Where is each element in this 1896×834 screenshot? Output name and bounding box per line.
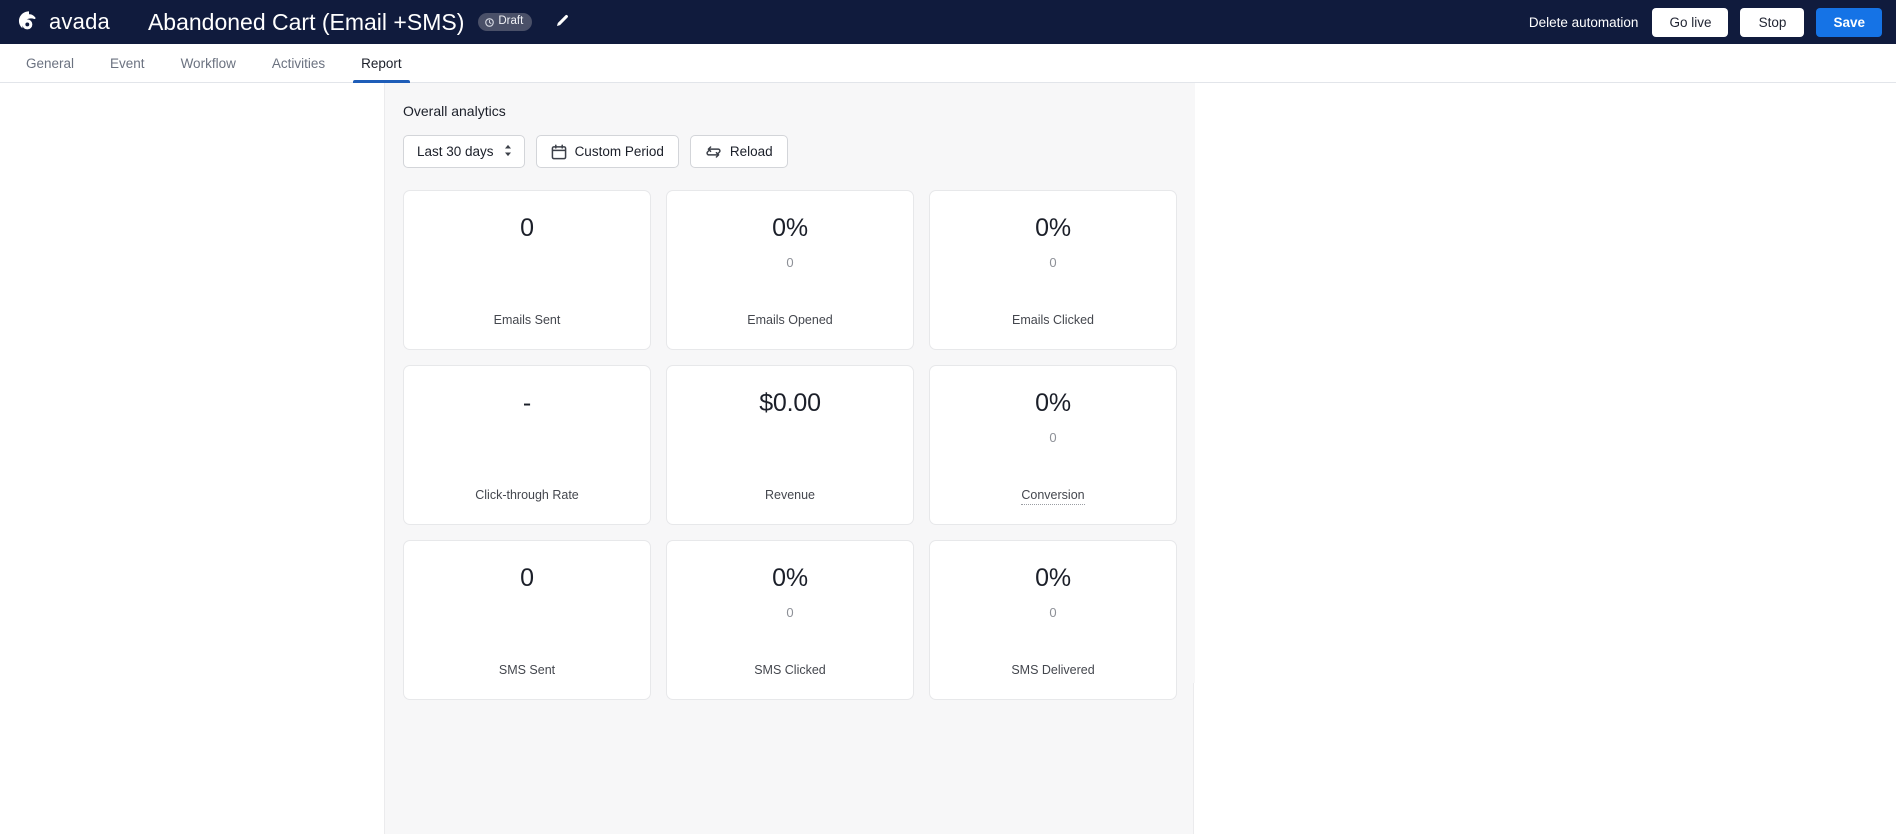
tab-activities[interactable]: Activities (254, 44, 343, 82)
analytics-stats-grid: 0 Emails Sent 0% 0 Emails Opened 0% 0 Em… (403, 190, 1177, 700)
panel-title: Overall analytics (403, 103, 506, 119)
top-bar-actions: Delete automation Go live Stop Save (1527, 7, 1882, 37)
status-badge: Draft (478, 13, 533, 31)
stat-card-sms-delivered: 0% 0 SMS Delivered (929, 540, 1177, 700)
period-select-value: Last 30 days (417, 144, 494, 159)
tab-event[interactable]: Event (92, 44, 163, 82)
delete-automation-button[interactable]: Delete automation (1527, 11, 1641, 34)
stat-card-revenue: $0.00 Revenue (666, 365, 914, 525)
go-live-button[interactable]: Go live (1652, 7, 1729, 37)
calendar-icon (551, 143, 567, 160)
stat-label: Click-through Rate (475, 488, 579, 502)
main-tab-bar: General Event Workflow Activities Report (0, 44, 1896, 83)
stat-card-sms-sent: 0 SMS Sent (403, 540, 651, 700)
stat-card-emails-opened: 0% 0 Emails Opened (666, 190, 914, 350)
stat-card-emails-clicked: 0% 0 Emails Clicked (929, 190, 1177, 350)
period-select[interactable]: Last 30 days (403, 135, 525, 168)
stat-label: Emails Sent (493, 313, 561, 327)
custom-period-label: Custom Period (574, 144, 664, 159)
stat-label-conversion[interactable]: Conversion (930, 488, 1176, 505)
stat-label: SMS Sent (498, 663, 556, 677)
stat-value: 0% (772, 214, 808, 242)
stat-subvalue: 0 (1049, 604, 1057, 620)
stat-subvalue: 0 (1049, 429, 1057, 445)
stat-value: 0% (1035, 389, 1071, 417)
reload-button[interactable]: Reload (689, 135, 788, 168)
pencil-icon (554, 12, 571, 32)
stat-label: Emails Clicked (1012, 313, 1094, 327)
custom-period-button[interactable]: Custom Period (535, 135, 679, 168)
stat-subvalue: 0 (786, 254, 794, 270)
tab-report[interactable]: Report (343, 44, 420, 83)
stat-card-click-through-rate: - Click-through Rate (403, 365, 651, 525)
save-button[interactable]: Save (1816, 7, 1882, 37)
stat-label: SMS Clicked (754, 663, 826, 677)
stat-subvalue: 0 (786, 604, 794, 620)
stat-value: - (522, 389, 532, 417)
chevron-updown-icon (503, 143, 513, 160)
edit-title-button[interactable] (548, 8, 576, 36)
status-badge-label: Draft (498, 15, 524, 28)
tab-general[interactable]: General (8, 44, 92, 82)
stat-value: $0.00 (759, 389, 821, 417)
stop-button[interactable]: Stop (1740, 7, 1805, 37)
clock-icon (485, 17, 495, 27)
stat-label: Revenue (764, 488, 816, 502)
page-title: Abandoned Cart (Email +SMS) (147, 8, 465, 35)
stat-value: 0 (520, 564, 534, 592)
avada-logo-icon (16, 9, 42, 35)
reload-label: Reload (729, 144, 773, 159)
stat-value: 0 (520, 214, 534, 242)
stat-card-conversion: 0% 0 Conversion (929, 365, 1177, 525)
stat-value: 0% (1035, 214, 1071, 242)
top-app-bar: avada Abandoned Cart (Email +SMS) Draft … (0, 0, 1896, 44)
stat-label: Emails Opened (747, 313, 833, 327)
stat-value: 0% (1035, 564, 1071, 592)
stat-card-emails-sent: 0 Emails Sent (403, 190, 651, 350)
page-body: Overall analytics Last 30 days Custom Pe… (0, 83, 1896, 834)
overall-analytics-panel: Overall analytics Last 30 days Custom Pe… (385, 83, 1195, 700)
stat-value: 0% (772, 564, 808, 592)
tab-workflow[interactable]: Workflow (163, 44, 254, 82)
stat-card-sms-clicked: 0% 0 SMS Clicked (666, 540, 914, 700)
stat-subvalue: 0 (1049, 254, 1057, 270)
content-column: Overall analytics Last 30 days Custom Pe… (384, 83, 1195, 834)
refresh-icon (705, 144, 722, 160)
brand-logo[interactable]: avada (16, 9, 110, 35)
analytics-toolbar: Last 30 days Custom Period Reload (403, 135, 1177, 168)
brand-name: avada (49, 9, 110, 34)
stat-label: SMS Delivered (1011, 663, 1095, 677)
